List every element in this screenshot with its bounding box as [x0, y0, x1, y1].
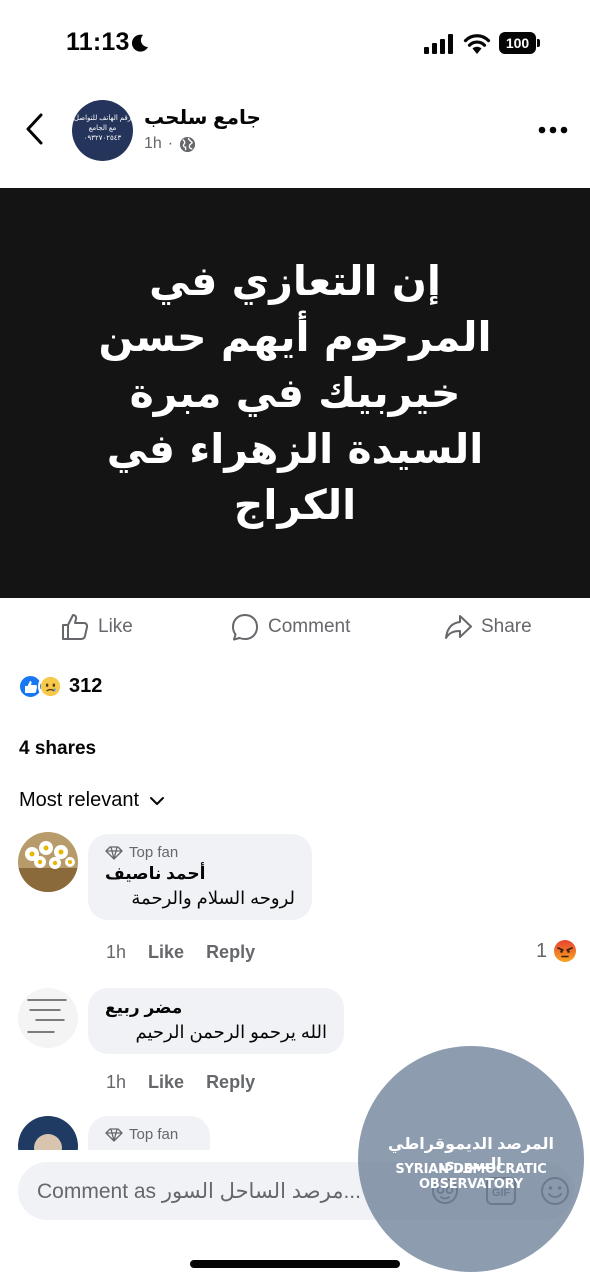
- post-image-text: إن التعازي في المرحوم أيهم حسن خيربيك في…: [98, 257, 492, 529]
- post-image[interactable]: إن التعازي في المرحوم أيهم حسن خيربيك في…: [0, 188, 590, 598]
- battery-indicator: 100: [499, 32, 541, 54]
- top-fan-label: Top fan: [129, 844, 179, 861]
- post-action-bar: Like Comment Share: [0, 598, 590, 658]
- post-meta: 1h ·: [144, 135, 196, 153]
- thumbs-up-icon: [62, 614, 89, 640]
- sad-reaction-icon: [38, 674, 63, 699]
- comment-reaction-count: 1: [536, 939, 548, 962]
- post-header: رقم الهاتف للتواصل مع الجامع ٠٩٣٢٧٠٢٥٤٣ …: [0, 90, 590, 188]
- comment-author[interactable]: مضر ربيع: [105, 998, 327, 1018]
- comment-button[interactable]: Comment: [230, 612, 350, 642]
- comment-reaction[interactable]: 1: [536, 939, 577, 963]
- chevron-down-icon: [150, 796, 165, 805]
- more-options-icon[interactable]: [538, 126, 568, 134]
- top-fan-badge: Top fan: [105, 844, 295, 861]
- battery-tip: [537, 39, 540, 47]
- moon-icon: [131, 34, 148, 52]
- comment-text: لروحه السلام والرحمة: [131, 888, 295, 908]
- comment-bubble-icon: [232, 614, 258, 641]
- page-name[interactable]: جامع سلحب: [144, 105, 261, 130]
- comment-time: 1h: [106, 942, 127, 962]
- top-fan-badge: Top fan: [105, 1126, 193, 1143]
- page-avatar[interactable]: رقم الهاتف للتواصل مع الجامع ٠٩٣٢٧٠٢٥٤٣: [72, 100, 133, 161]
- comment-author[interactable]: أحمد ناصيف: [105, 864, 295, 884]
- shares-count[interactable]: 4 shares: [19, 738, 96, 760]
- globe-icon: [180, 136, 196, 152]
- comment-bubble[interactable]: مضر ربيع الله يرحمو الرحمن الرحيم: [88, 988, 344, 1054]
- top-fan-label: Top fan: [129, 1126, 179, 1143]
- reactions-summary[interactable]: 312: [18, 674, 102, 699]
- battery-level: 100: [499, 32, 536, 54]
- comment-actions: 1h Like Reply: [106, 942, 255, 963]
- comment-text: الله يرحمو الرحمن الرحيم: [135, 1022, 327, 1042]
- diamond-icon: [105, 1127, 123, 1142]
- commenter-avatar[interactable]: [18, 988, 78, 1048]
- comment-label: Comment: [268, 616, 351, 637]
- angry-reaction-icon: [554, 940, 577, 962]
- status-time: 11:13: [66, 28, 130, 56]
- reaction-count: 312: [69, 675, 103, 697]
- like-label: Like: [98, 616, 133, 637]
- comment-like-button[interactable]: Like: [148, 942, 184, 963]
- like-button[interactable]: Like: [60, 612, 133, 642]
- watermark-logo: المرصد الديموقراطي السوري SYRIAN DEMOCRA…: [358, 1046, 584, 1272]
- share-button[interactable]: Share: [443, 612, 532, 642]
- comment-reply-button[interactable]: Reply: [206, 942, 255, 963]
- diamond-icon: [105, 845, 123, 860]
- status-bar: 11:13 100: [0, 0, 590, 90]
- watermark-english: SYRIAN DEMOCRATIC OBSERVATORY: [395, 1162, 547, 1192]
- wifi-icon: [463, 34, 491, 54]
- back-icon[interactable]: [24, 112, 46, 146]
- comment-time: 1h: [106, 1072, 127, 1092]
- home-indicator[interactable]: [190, 1260, 400, 1268]
- sort-label: Most relevant: [19, 789, 140, 811]
- comment-reply-button[interactable]: Reply: [206, 1072, 255, 1093]
- comment-bubble[interactable]: Top fan أحمد ناصيف لروحه السلام والرحمة: [88, 834, 312, 920]
- meta-separator: ·: [167, 135, 174, 152]
- signal-icon: [424, 34, 453, 54]
- share-label: Share: [481, 616, 532, 637]
- post-time[interactable]: 1h: [144, 135, 162, 153]
- comment-input-placeholder: Comment as مرصد الساحل السور...: [37, 1180, 361, 1203]
- comment-sort-dropdown[interactable]: Most relevant: [19, 789, 165, 812]
- comment-like-button[interactable]: Like: [148, 1072, 184, 1093]
- comment-actions: 1h Like Reply: [106, 1072, 255, 1093]
- share-arrow-icon: [445, 615, 472, 639]
- commenter-avatar[interactable]: [18, 832, 78, 892]
